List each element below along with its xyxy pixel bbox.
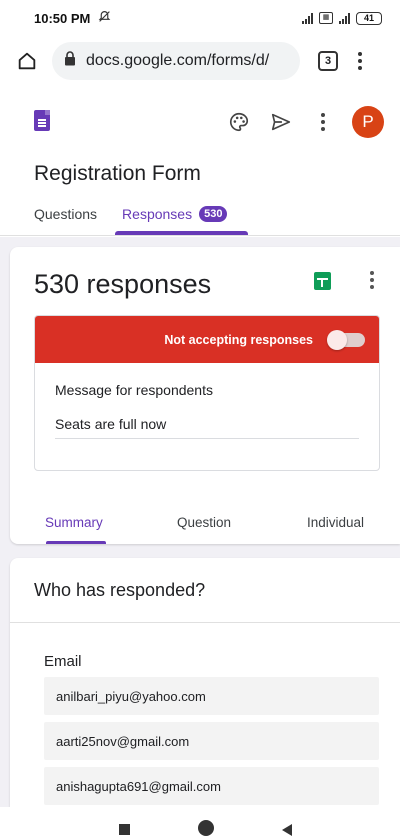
subtab-active-indicator xyxy=(46,541,106,544)
not-accepting-banner: Not accepting responses xyxy=(35,316,379,363)
message-underline xyxy=(55,438,359,439)
accepting-status-label: Not accepting responses xyxy=(164,332,313,347)
tab-responses-label: Responses xyxy=(122,206,193,222)
message-input[interactable]: Seats are full now xyxy=(55,416,166,432)
tab-questions[interactable]: Questions xyxy=(34,206,97,222)
tab-individual[interactable]: Individual xyxy=(307,515,364,530)
responders-card: Who has responded? Email anilbari_piyu@y… xyxy=(10,558,400,807)
tab-summary[interactable]: Summary xyxy=(45,515,103,530)
browser-toolbar: docs.google.com/forms/d/ 3 xyxy=(0,36,400,86)
responses-count-heading: 530 responses xyxy=(34,269,212,299)
signal-4g-icon xyxy=(339,12,350,24)
tab-responses[interactable]: Responses 530 xyxy=(122,206,228,222)
status-time: 10:50 PM xyxy=(34,10,91,26)
responses-summary-card: 530 responses Not accepting responses Me… xyxy=(10,247,400,544)
google-sheets-icon[interactable] xyxy=(314,272,331,290)
tab-active-indicator xyxy=(115,231,248,235)
mute-bell-icon xyxy=(98,10,111,26)
battery-icon: 41 xyxy=(356,11,382,25)
avatar[interactable]: P xyxy=(352,106,384,138)
back-icon[interactable] xyxy=(282,824,292,836)
list-item: anilbari_piyu@yahoo.com xyxy=(44,677,379,715)
email-column-header: Email xyxy=(44,653,82,670)
lock-icon xyxy=(64,51,76,71)
response-view-tabs: Summary Question Individual xyxy=(10,515,400,544)
status-bar: 10:50 PM ▦ 41 xyxy=(0,0,400,36)
responses-count-badge: 530 xyxy=(199,206,228,222)
responders-heading: Who has responded? xyxy=(34,580,206,600)
divider xyxy=(10,622,400,623)
system-nav-bar xyxy=(0,807,400,837)
sim-icon: ▦ xyxy=(319,12,333,24)
home-icon[interactable] xyxy=(12,46,42,76)
tab-switcher-button[interactable]: 3 xyxy=(318,51,338,71)
form-title: Registration Form xyxy=(34,162,201,185)
browser-menu-icon[interactable] xyxy=(358,52,362,70)
toggle-knob xyxy=(327,329,347,350)
signal-icon xyxy=(302,12,313,24)
url-text: docs.google.com/forms/d/ xyxy=(86,52,270,69)
home-nav-icon[interactable] xyxy=(198,820,214,836)
forms-header: P Registration Form Questions Responses … xyxy=(0,96,400,236)
message-label: Message for respondents xyxy=(55,382,213,398)
more-options-icon[interactable] xyxy=(370,271,374,289)
more-options-icon[interactable] xyxy=(308,107,338,137)
send-icon[interactable] xyxy=(266,107,296,137)
recents-icon[interactable] xyxy=(119,824,130,835)
palette-icon[interactable] xyxy=(224,107,254,137)
accepting-responses-panel: Not accepting responses Message for resp… xyxy=(34,315,380,471)
list-item: aarti25nov@gmail.com xyxy=(44,722,379,760)
google-forms-logo-icon[interactable] xyxy=(34,110,50,131)
tab-question[interactable]: Question xyxy=(177,515,231,530)
accepting-responses-toggle[interactable] xyxy=(327,329,365,350)
list-item: anishagupta691@gmail.com xyxy=(44,767,379,805)
address-bar[interactable]: docs.google.com/forms/d/ xyxy=(52,42,300,80)
